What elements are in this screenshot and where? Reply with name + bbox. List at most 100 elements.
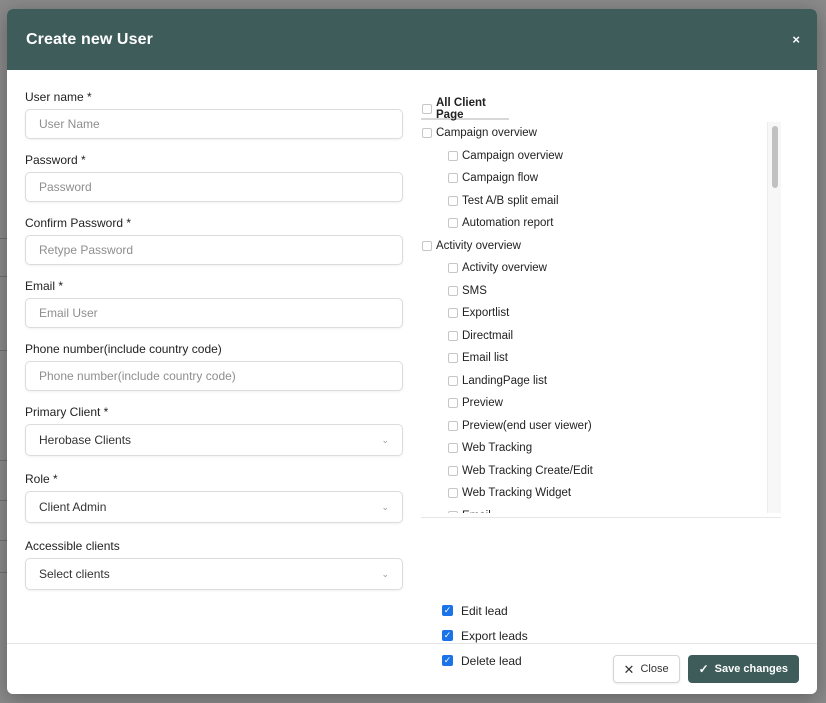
email-group: Email *: [25, 279, 403, 328]
username-group: User name *: [25, 90, 403, 139]
permission-checkbox[interactable]: [422, 240, 432, 251]
primary-client-label: Primary Client *: [25, 405, 109, 419]
email-input[interactable]: [25, 298, 403, 328]
permission-checkbox[interactable]: [448, 195, 458, 206]
lead-permission-checkbox[interactable]: ✓: [442, 605, 453, 616]
permission-label: Automation report: [462, 217, 554, 230]
permission-item[interactable]: Campaign overview: [421, 145, 766, 168]
permission-label: Web Tracking Widget: [462, 487, 572, 500]
password-label: Password *: [25, 153, 86, 167]
save-changes-button[interactable]: ✓ Save changes: [687, 655, 799, 683]
close-button-label: Close: [640, 663, 669, 675]
permission-checkbox[interactable]: [448, 443, 458, 454]
primary-client-value: Herobase Clients: [39, 433, 132, 447]
permission-checkbox[interactable]: [448, 420, 458, 431]
permission-checkbox[interactable]: [448, 398, 458, 409]
permission-item[interactable]: SMS: [421, 280, 766, 303]
password-group: Password *: [25, 153, 403, 202]
permission-item[interactable]: Preview: [421, 392, 766, 415]
permission-label: LandingPage list: [462, 374, 548, 387]
permission-item[interactable]: LandingPage list: [421, 370, 766, 393]
permission-checkbox[interactable]: [448, 308, 458, 319]
permission-item[interactable]: Activity overview: [421, 257, 766, 280]
permission-label: Campaign overview: [462, 149, 563, 162]
chevron-down-icon: ⌄: [381, 568, 389, 579]
permission-checkbox[interactable]: [448, 465, 458, 476]
chevron-down-icon: ⌄: [381, 501, 389, 512]
phone-label: Phone number(include country code): [25, 342, 222, 356]
permission-label: Email: [462, 510, 491, 513]
primary-client-group: Primary Client * Herobase Clients ⌄: [25, 405, 403, 456]
permission-label: Web Tracking Create/Edit: [462, 464, 593, 477]
permission-label: Preview: [462, 397, 503, 410]
permission-item[interactable]: Web Tracking Widget: [421, 482, 766, 505]
permission-item[interactable]: Email: [421, 505, 766, 513]
permission-checkbox[interactable]: [448, 263, 458, 274]
permissions-scrollbar[interactable]: [767, 122, 781, 513]
role-select[interactable]: Client Admin ⌄: [25, 491, 403, 523]
phone-group: Phone number(include country code): [25, 342, 403, 391]
confirm-password-group: Confirm Password *: [25, 216, 403, 265]
permission-checkbox[interactable]: [448, 488, 458, 499]
permission-label: Campaign overview: [436, 127, 537, 140]
permission-checkbox[interactable]: [448, 353, 458, 364]
close-button[interactable]: ✕ Close: [612, 655, 680, 683]
permission-checkbox[interactable]: [448, 375, 458, 386]
role-group: Role * Client Admin ⌄: [25, 472, 403, 523]
permission-label: Activity overview: [462, 262, 547, 275]
permission-checkbox[interactable]: [448, 218, 458, 229]
password-input[interactable]: [25, 172, 403, 202]
permission-checkbox[interactable]: [448, 285, 458, 296]
permission-label: Test A/B split email: [462, 194, 559, 207]
all-client-page-checkbox[interactable]: [422, 104, 432, 114]
permission-item[interactable]: Email list: [421, 347, 766, 370]
lead-permission-item[interactable]: ✓ Edit lead: [442, 598, 528, 623]
permission-label: Directmail: [462, 329, 514, 342]
lead-permission-label: Edit lead: [461, 603, 508, 618]
lead-permission-checkbox[interactable]: ✓: [442, 630, 453, 641]
permission-item[interactable]: Test A/B split email: [421, 190, 766, 213]
permission-item[interactable]: Automation report: [421, 212, 766, 235]
permission-label: Exportlist: [462, 307, 510, 320]
permission-item[interactable]: Directmail: [421, 325, 766, 348]
accessible-clients-value: Select clients: [39, 567, 110, 581]
user-form: User name * Password * Confirm Password …: [25, 90, 403, 590]
permission-label: Preview(end user viewer): [462, 419, 592, 432]
check-icon: ✓: [698, 662, 709, 676]
all-client-page-label: All Client Page: [436, 97, 486, 121]
permission-group[interactable]: Activity overview: [421, 235, 766, 258]
all-client-page-header[interactable]: All Client Page: [421, 97, 509, 121]
permission-checkbox[interactable]: [448, 330, 458, 341]
permission-item[interactable]: Campaign flow: [421, 167, 766, 190]
chevron-down-icon: ⌄: [381, 434, 389, 445]
permission-label: Campaign flow: [462, 172, 539, 185]
permission-checkbox[interactable]: [448, 150, 458, 161]
close-icon: ✕: [623, 661, 635, 677]
permission-checkbox[interactable]: [448, 510, 458, 513]
permission-checkbox[interactable]: [448, 173, 458, 184]
modal-title: Create new User: [26, 30, 153, 48]
permission-group[interactable]: Campaign overview: [421, 122, 766, 145]
accessible-clients-select[interactable]: Select clients ⌄: [25, 558, 403, 590]
permission-checkbox[interactable]: [422, 128, 432, 139]
phone-input[interactable]: [25, 361, 403, 391]
primary-client-select[interactable]: Herobase Clients ⌄: [25, 424, 403, 456]
permissions-list[interactable]: Campaign overview Campaign overview Campai…: [421, 122, 766, 513]
permission-item[interactable]: Web Tracking Create/Edit: [421, 460, 766, 483]
permissions-panel: All Client Page Campaign overview Campaig…: [421, 97, 781, 518]
permission-item[interactable]: Exportlist: [421, 302, 766, 325]
username-input[interactable]: [25, 109, 403, 139]
close-icon[interactable]: ×: [792, 32, 800, 47]
confirm-password-input[interactable]: [25, 235, 403, 265]
modal-body: User name * Password * Confirm Password …: [7, 70, 817, 668]
username-label: User name *: [25, 90, 92, 104]
role-label: Role *: [25, 472, 58, 486]
permission-item[interactable]: Web Tracking: [421, 437, 766, 460]
permission-item[interactable]: Preview(end user viewer): [421, 415, 766, 438]
permission-label: Web Tracking: [462, 442, 533, 455]
create-user-modal: Create new User × User name * Password *…: [7, 9, 817, 694]
scrollbar-thumb[interactable]: [772, 126, 778, 188]
modal-header: Create new User ×: [7, 9, 817, 70]
confirm-password-label: Confirm Password *: [25, 216, 132, 230]
lead-permission-label: Export leads: [461, 628, 528, 643]
